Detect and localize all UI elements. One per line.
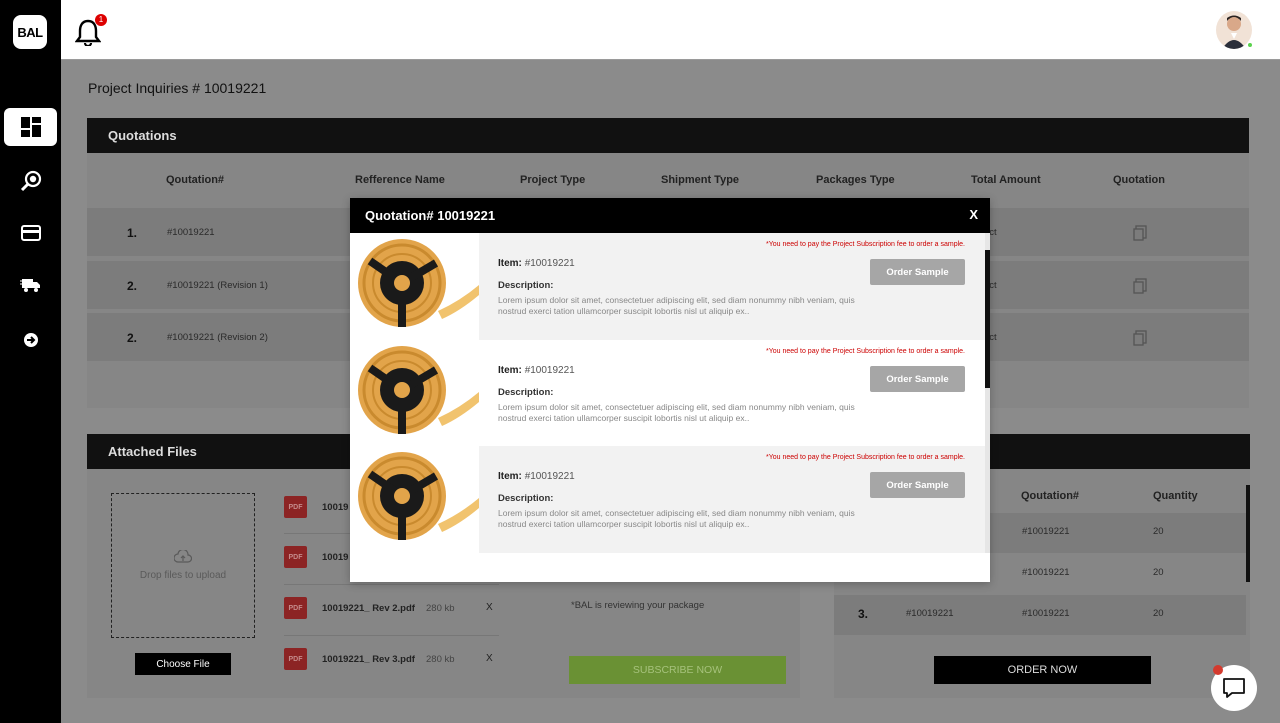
row-quotation-id: #10019221 [1022, 567, 1070, 578]
notification-badge: 1 [95, 14, 107, 26]
file-dropzone[interactable]: Drop files to upload [111, 493, 255, 638]
led-strip-image [350, 233, 479, 340]
row-quotation-id: #10019221 [1022, 526, 1070, 537]
online-status-dot [1247, 42, 1253, 48]
document-icon[interactable] [1133, 278, 1147, 294]
col-packages-type: Packages Type [816, 174, 895, 186]
nav-dashboard[interactable] [4, 108, 57, 146]
pdf-icon: PDF [284, 648, 307, 670]
file-size: 280 kb [426, 603, 455, 614]
table-scrollbar[interactable] [1246, 485, 1250, 582]
document-icon[interactable] [1133, 225, 1147, 241]
brand-logo[interactable]: BAL [13, 15, 47, 49]
modal-title: Quotation# 10019221 [350, 198, 990, 233]
pdf-icon: PDF [284, 597, 307, 619]
divider [284, 584, 499, 585]
col-quantity: Quantity [1153, 490, 1198, 502]
description-label: Description: [498, 280, 554, 291]
row-number: 2. [127, 279, 138, 293]
item-description: Lorem ipsum dolor sit amet, consectetuer… [498, 402, 855, 423]
item-id: #10019221 [524, 365, 575, 376]
page-title: Project Inquiries # 10019221 [88, 80, 267, 96]
subscription-notice: *You need to pay the Project Subscriptio… [766, 454, 965, 461]
col-total-amount: Total Amount [971, 174, 1041, 186]
dropzone-label: Drop files to upload [139, 570, 227, 581]
remove-file-button[interactable]: X [486, 653, 493, 664]
row-number: 1. [127, 226, 138, 240]
row-number: 3. [858, 607, 869, 621]
col-quotation-file: Quotation [1113, 174, 1165, 186]
cloud-upload-icon [174, 550, 192, 563]
col-reference-name: Refference Name [355, 174, 445, 186]
search-globe-icon [20, 170, 41, 192]
nav-payments[interactable] [4, 214, 57, 252]
item-label: Item: #10019221 [498, 365, 575, 376]
description-label: Description: [498, 493, 554, 504]
chat-notification-dot [1213, 665, 1223, 675]
credit-card-icon [20, 225, 41, 241]
file-item[interactable]: PDF 10019221_ Rev 3.pdf 280 kb X [284, 648, 499, 678]
document-icon[interactable] [1133, 330, 1147, 346]
led-strip-image [350, 446, 479, 553]
dashboard-icon [20, 117, 41, 137]
quotations-header: Quotations [87, 118, 1249, 153]
delivery-truck-icon [19, 279, 40, 292]
file-name: 10019 [322, 502, 349, 513]
pdf-icon: PDF [284, 546, 307, 568]
item-label: Item: #10019221 [498, 258, 575, 269]
row-quantity: 20 [1153, 526, 1164, 537]
row-quotation-id: #10019221 (Revision 1) [167, 280, 268, 291]
nav-search[interactable] [4, 162, 57, 200]
quotation-item: *You need to pay the Project Subscriptio… [350, 340, 985, 447]
divider [284, 635, 499, 636]
row-reference: #10019221 [906, 608, 954, 619]
row-number: 2. [127, 331, 138, 345]
file-item[interactable]: PDF 10019221_ Rev 2.pdf 280 kb X [284, 597, 499, 627]
order-sample-button[interactable]: Order Sample [870, 366, 965, 392]
col-shipment-type: Shipment Type [661, 174, 740, 186]
sidebar: BAL [0, 0, 61, 723]
led-strip-image [350, 340, 479, 447]
logout-icon [23, 333, 38, 347]
modal-scroll-thumb[interactable] [985, 250, 990, 388]
item-label: Item: #10019221 [498, 471, 575, 482]
file-name: 10019 [322, 552, 349, 563]
quotation-item: *You need to pay the Project Subscriptio… [350, 233, 985, 340]
file-name: 10019221_ Rev 2.pdf [322, 603, 415, 614]
col-quotation: Qoutation# [166, 174, 225, 186]
choose-file-button[interactable]: Choose File [135, 653, 231, 675]
nav-shipments[interactable] [4, 265, 57, 303]
file-name: 10019221_ Rev 3.pdf [322, 654, 415, 665]
item-id: #10019221 [524, 471, 575, 482]
row-quotation-id: #10019221 (Revision 2) [167, 332, 268, 343]
subscription-notice: *You need to pay the Project Subscriptio… [766, 241, 965, 248]
item-description: Lorem ipsum dolor sit amet, consectetuer… [498, 508, 855, 529]
subscription-notice: *You need to pay the Project Subscriptio… [766, 348, 965, 355]
order-sample-button[interactable]: Order Sample [870, 472, 965, 498]
close-button[interactable]: X [969, 207, 978, 222]
row-quotation-id: #10019221 [167, 227, 215, 238]
description-label: Description: [498, 387, 554, 398]
col-order-quotation: Qoutation# [1021, 490, 1080, 502]
nav-logout[interactable] [4, 321, 57, 359]
top-bar: 1 [61, 0, 1280, 60]
order-now-button[interactable]: ORDER NOW [934, 656, 1151, 684]
col-project-type: Project Type [520, 174, 586, 186]
review-status-text: *BAL is reviewing your package [571, 600, 705, 611]
row-quantity: 20 [1153, 567, 1164, 578]
remove-file-button[interactable]: X [486, 602, 493, 613]
subscribe-now-button[interactable]: SUBSCRIBE NOW [569, 656, 786, 684]
row-quotation-id: #10019221 [1022, 608, 1070, 619]
table-row[interactable]: 3. #10019221 #10019221 20 [834, 595, 1246, 635]
pdf-icon: PDF [284, 496, 307, 518]
order-sample-button[interactable]: Order Sample [870, 259, 965, 285]
row-quantity: 20 [1153, 608, 1164, 619]
quotation-modal: Quotation# 10019221 X *You need to pay t… [350, 198, 990, 582]
file-size: 280 kb [426, 654, 455, 665]
chat-bubble-icon [1223, 678, 1245, 698]
item-description: Lorem ipsum dolor sit amet, consectetuer… [498, 295, 855, 316]
quotation-item: *You need to pay the Project Subscriptio… [350, 446, 985, 553]
item-id: #10019221 [524, 258, 575, 269]
